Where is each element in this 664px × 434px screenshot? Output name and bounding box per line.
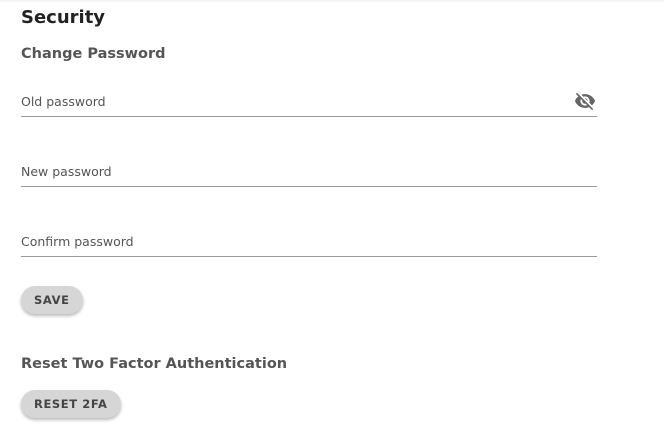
page-title: Security (21, 7, 106, 28)
security-settings-page: Security Change Password SAVE Reset Two … (0, 0, 664, 434)
save-button[interactable]: SAVE (21, 286, 83, 314)
confirm-password-input[interactable] (21, 228, 561, 254)
confirm-password-field (21, 228, 597, 257)
new-password-input[interactable] (21, 158, 561, 184)
new-password-field (21, 158, 597, 187)
two-factor-heading: Reset Two Factor Authentication (21, 356, 288, 372)
eye-off-icon[interactable] (573, 90, 597, 112)
change-password-heading: Change Password (21, 46, 166, 62)
old-password-input[interactable] (21, 88, 561, 114)
reset-2fa-button[interactable]: RESET 2FA (21, 390, 121, 418)
top-divider (0, 0, 664, 3)
old-password-field (21, 88, 597, 117)
